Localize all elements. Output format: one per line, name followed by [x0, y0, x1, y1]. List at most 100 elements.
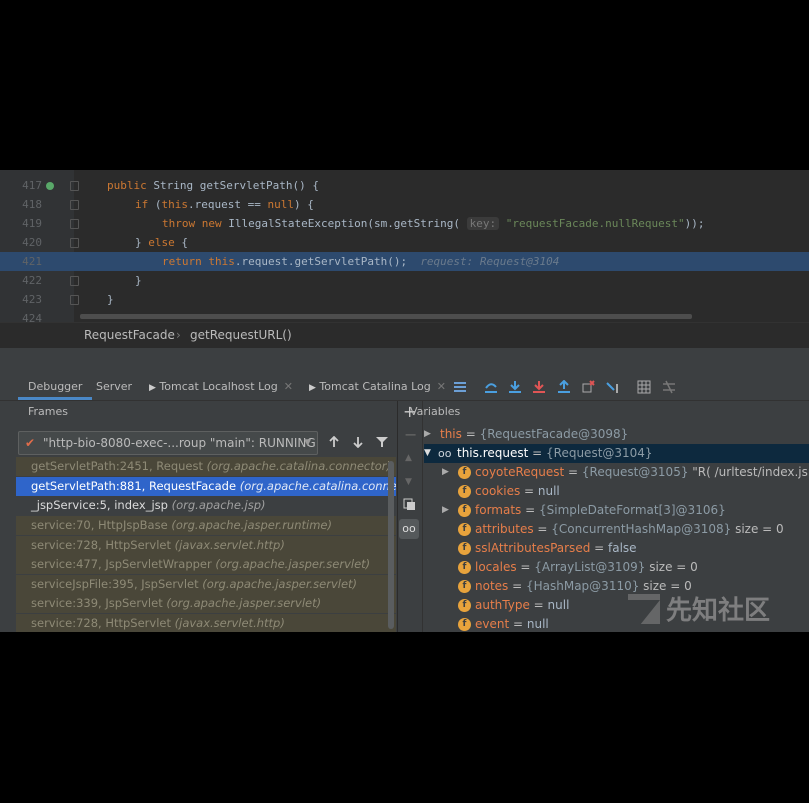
line-number: 418 — [22, 198, 42, 211]
parameter-hint: key: — [466, 217, 500, 230]
arrow-down-icon[interactable] — [352, 436, 364, 448]
tab-debugger[interactable]: Debugger — [18, 373, 93, 400]
close-icon[interactable]: ✕ — [437, 380, 446, 393]
step-out-icon[interactable] — [557, 380, 571, 394]
field-icon: f — [458, 580, 471, 593]
step-into-icon[interactable] — [508, 380, 522, 394]
chevron-down-icon: ▼ — [304, 438, 311, 448]
variable-row[interactable]: ▶ this = {RequestFacade@3098} — [424, 425, 809, 444]
fold-icon[interactable] — [70, 238, 79, 248]
arrow-up-icon[interactable] — [328, 436, 340, 448]
line-number: 419 — [22, 217, 42, 230]
code-text: } else { — [135, 236, 188, 249]
watch-icon: oo — [438, 447, 452, 460]
frame-item[interactable]: service:477, JspServletWrapper (org.apac… — [16, 555, 396, 574]
frame-item[interactable]: _jspService:5, index_jsp (org.apache.jsp… — [16, 496, 396, 515]
field-icon: f — [458, 523, 471, 536]
variables-side-toolbar: + − ▲ ▼ oo — [398, 401, 423, 632]
menu-icon[interactable] — [453, 380, 467, 394]
code-line-417: 417 public String getServletPath() { — [0, 176, 809, 195]
field-icon: f — [458, 504, 471, 517]
breadcrumb-method[interactable]: getRequestURL() — [190, 323, 292, 347]
watermark-text: 先知社区 — [666, 596, 771, 626]
thread-selector[interactable]: ✔ "http-bio-8080-exec-...roup "main": RU… — [18, 431, 318, 455]
line-number: 417 — [22, 179, 42, 192]
inline-debug-value: request: Request@3104 — [420, 255, 560, 268]
variable-row[interactable]: f cookies = null — [424, 482, 809, 501]
frames-list: getServletPath:2451, Request (org.apache… — [16, 457, 396, 632]
evaluate-icon[interactable] — [637, 380, 651, 394]
fold-icon[interactable] — [70, 219, 79, 229]
code-line-422: 422 } — [0, 271, 809, 290]
copy-icon[interactable] — [403, 498, 416, 511]
step-over-icon[interactable] — [484, 380, 498, 394]
frame-item[interactable]: service:70, HttpJspBase (org.apache.jasp… — [16, 516, 396, 535]
code-text: throw new IllegalStateException(sm.getSt… — [162, 217, 705, 230]
code-line-418: 418 if (this.request == null) { — [0, 195, 809, 214]
frame-item[interactable]: service:339, JspServlet (org.apache.jasp… — [16, 594, 396, 613]
frame-item[interactable]: serviceJspFile:395, JspServlet (org.apac… — [16, 575, 396, 594]
tool-window-separator — [0, 347, 809, 374]
fold-icon[interactable] — [70, 181, 79, 191]
frame-item[interactable]: getServletPath:2451, Request (org.apache… — [16, 457, 396, 476]
close-icon[interactable]: ✕ — [284, 380, 293, 393]
fold-icon[interactable] — [70, 200, 79, 210]
frames-header: Frames — [28, 405, 69, 418]
code-text: if (this.request == null) { — [135, 198, 314, 211]
field-icon: f — [458, 618, 471, 631]
breadcrumb-class[interactable]: RequestFacade — [84, 323, 175, 347]
tab-tomcat-catalina-log[interactable]: ▶ Tomcat Catalina Log ✕ — [309, 373, 446, 400]
expand-icon[interactable]: ▶ — [424, 425, 431, 444]
code-line-420: 420 } else { — [0, 233, 809, 252]
field-icon: f — [458, 599, 471, 612]
check-icon: ✔ — [25, 436, 36, 450]
frame-item-selected[interactable]: getServletPath:881, RequestFacade (org.a… — [16, 477, 396, 496]
run-to-cursor-icon[interactable] — [606, 380, 620, 394]
fold-icon[interactable] — [70, 295, 79, 305]
code-editor[interactable]: 417 public String getServletPath() { 418… — [0, 170, 809, 325]
arrow-up-icon[interactable]: ▲ — [405, 453, 412, 463]
field-icon: f — [458, 466, 471, 479]
variable-row[interactable]: f locales = {ArrayList@3109} size = 0 — [424, 558, 809, 577]
variable-row-selected[interactable]: ▼ oo this.request = {Request@3104} — [424, 444, 809, 463]
filter-icon[interactable] — [376, 436, 388, 448]
field-icon: f — [458, 542, 471, 555]
line-number: 421 — [22, 255, 42, 268]
tab-tomcat-localhost-log[interactable]: ▶ Tomcat Localhost Log ✕ — [149, 373, 293, 400]
variable-row[interactable]: f attributes = {ConcurrentHashMap@3108} … — [424, 520, 809, 539]
breadcrumb: RequestFacade › getRequestURL() — [0, 322, 809, 347]
horizontal-scrollbar[interactable] — [80, 314, 692, 319]
tomcat-icon: ▶ — [309, 383, 316, 393]
code-text: } — [107, 293, 114, 306]
watch-icon[interactable]: oo — [399, 519, 419, 539]
frames-scrollbar[interactable] — [388, 461, 394, 629]
tab-server[interactable]: Server — [96, 373, 132, 400]
expand-icon[interactable]: ▶ — [442, 463, 449, 482]
frame-item[interactable]: service:728, HttpServlet (javax.servlet.… — [16, 614, 396, 632]
expand-icon[interactable]: ▶ — [442, 501, 449, 520]
chevron-down-icon[interactable]: ▼ — [424, 444, 431, 463]
debug-tab-bar: Debugger Server ▶ Tomcat Localhost Log ✕ … — [0, 373, 809, 401]
variable-row[interactable]: ▶ f formats = {SimpleDateFormat[3]@3106} — [424, 501, 809, 520]
line-number: 420 — [22, 236, 42, 249]
code-text: } — [135, 274, 142, 287]
code-line-421-current: 421 return this.request.getServletPath()… — [0, 252, 809, 271]
code-line-423: 423 } — [0, 290, 809, 309]
variable-row[interactable]: f sslAttributesParsed = false — [424, 539, 809, 558]
drop-frame-icon[interactable] — [581, 380, 595, 394]
minus-icon[interactable]: − — [404, 425, 417, 444]
variable-row[interactable]: ▶ f coyoteRequest = {Request@3105} "R( /… — [424, 463, 809, 482]
override-icon[interactable] — [46, 182, 54, 190]
code-text: public String getServletPath() { — [107, 179, 319, 192]
field-icon: f — [458, 485, 471, 498]
fold-icon[interactable] — [70, 276, 79, 286]
frame-item[interactable]: service:728, HttpServlet (javax.servlet.… — [16, 536, 396, 555]
force-step-into-icon[interactable] — [532, 380, 546, 394]
arrow-down-icon[interactable]: ▼ — [405, 477, 412, 487]
line-number: 423 — [22, 293, 42, 306]
variables-header: Variables — [410, 405, 461, 418]
ide-window: 417 public String getServletPath() { 418… — [0, 170, 809, 632]
trace-icon[interactable] — [662, 380, 676, 394]
tomcat-icon: ▶ — [149, 383, 156, 393]
code-line-419: 419 throw new IllegalStateException(sm.g… — [0, 214, 809, 233]
